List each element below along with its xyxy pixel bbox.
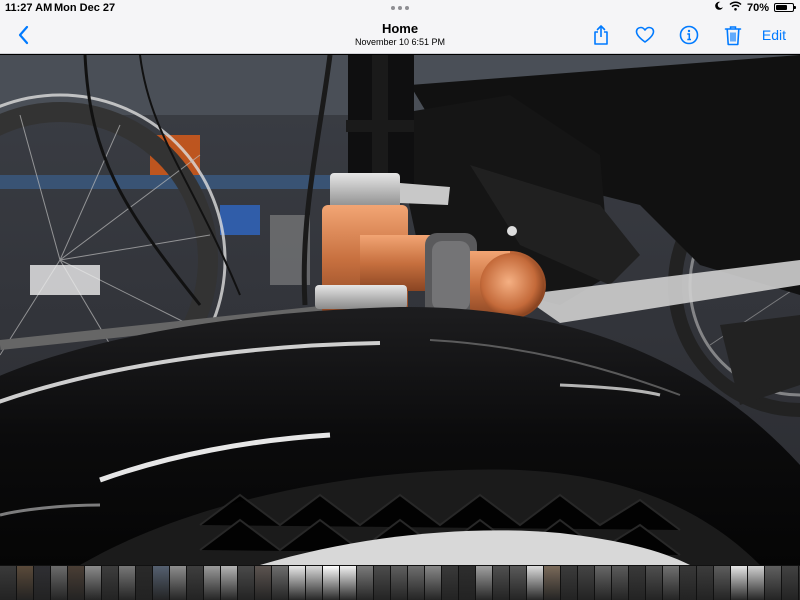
filmstrip-thumbnail[interactable] — [289, 566, 306, 600]
filmstrip-thumbnail[interactable] — [68, 566, 85, 600]
filmstrip-thumbnail[interactable] — [221, 566, 238, 600]
filmstrip-thumbnail[interactable] — [629, 566, 646, 600]
filmstrip-thumbnail[interactable] — [493, 566, 510, 600]
photo-view[interactable] — [0, 55, 800, 565]
battery-percent: 70% — [746, 1, 769, 14]
filmstrip-thumbnail[interactable] — [442, 566, 459, 600]
battery-icon — [774, 3, 796, 12]
edit-button[interactable]: Edit — [762, 27, 786, 43]
filmstrip-thumbnail[interactable] — [17, 566, 34, 600]
filmstrip-thumbnail[interactable] — [408, 566, 425, 600]
filmstrip-thumbnail[interactable] — [204, 566, 221, 600]
filmstrip-thumbnail[interactable] — [595, 566, 612, 600]
multitasking-dots-icon[interactable] — [391, 6, 409, 10]
filmstrip-thumbnail[interactable] — [102, 566, 119, 600]
filmstrip-thumbnail[interactable] — [782, 566, 799, 600]
filmstrip-thumbnail[interactable] — [527, 566, 544, 600]
status-indicators: 70% — [714, 1, 796, 14]
filmstrip-thumbnail[interactable] — [697, 566, 714, 600]
share-button[interactable] — [590, 24, 612, 46]
filmstrip-thumbnail[interactable] — [340, 566, 357, 600]
filmstrip-thumbnail[interactable] — [510, 566, 527, 600]
status-date: Mon Dec 27 — [54, 2, 116, 14]
filmstrip-thumbnail[interactable] — [0, 566, 17, 600]
filmstrip-thumbnail[interactable] — [459, 566, 476, 600]
status-bar: 11:27 AM Mon Dec 27 70% — [0, 0, 800, 16]
filmstrip-thumbnail[interactable] — [646, 566, 663, 600]
info-button[interactable] — [678, 24, 700, 46]
filmstrip-thumbnail[interactable] — [153, 566, 170, 600]
filmstrip-thumbnail[interactable] — [561, 566, 578, 600]
filmstrip-thumbnail[interactable] — [85, 566, 102, 600]
filmstrip-thumbnail[interactable] — [323, 566, 340, 600]
filmstrip-thumbnail[interactable] — [391, 566, 408, 600]
filmstrip-thumbnail[interactable] — [680, 566, 697, 600]
filmstrip-thumbnail[interactable] — [476, 566, 493, 600]
filmstrip-thumbnail[interactable] — [731, 566, 748, 600]
share-icon — [594, 25, 608, 45]
filmstrip-thumbnail[interactable] — [357, 566, 374, 600]
battery-level — [776, 5, 788, 10]
favorite-button[interactable] — [634, 24, 656, 46]
rotation-lock-icon — [714, 1, 724, 14]
filmstrip[interactable] — [0, 565, 800, 600]
filmstrip-thumbnail[interactable] — [170, 566, 187, 600]
filmstrip-thumbnail[interactable] — [374, 566, 391, 600]
filmstrip-thumbnail[interactable] — [136, 566, 153, 600]
filmstrip-thumbnail[interactable] — [238, 566, 255, 600]
heart-icon — [635, 26, 655, 43]
delete-button[interactable] — [722, 24, 744, 46]
filmstrip-thumbnail[interactable] — [663, 566, 680, 600]
status-time: 11:27 AM — [5, 2, 53, 14]
trash-icon — [724, 25, 742, 45]
photo-image — [0, 55, 800, 565]
filmstrip-thumbnail[interactable] — [119, 566, 136, 600]
filmstrip-thumbnail[interactable] — [544, 566, 561, 600]
filmstrip-thumbnail[interactable] — [612, 566, 629, 600]
filmstrip-thumbnail[interactable] — [272, 566, 289, 600]
filmstrip-thumbnail[interactable] — [748, 566, 765, 600]
filmstrip-thumbnail[interactable] — [714, 566, 731, 600]
filmstrip-thumbnail[interactable] — [765, 566, 782, 600]
toolbar-actions: Edit — [590, 22, 786, 48]
filmstrip-thumbnail[interactable] — [34, 566, 51, 600]
wifi-icon — [729, 1, 742, 14]
filmstrip-thumbnail[interactable] — [578, 566, 595, 600]
filmstrip-thumbnail[interactable] — [51, 566, 68, 600]
filmstrip-thumbnail[interactable] — [255, 566, 272, 600]
info-icon — [679, 25, 699, 45]
photo-nav-bar: Home November 10 6:51 PM Edit — [0, 16, 800, 54]
filmstrip-thumbnail[interactable] — [187, 566, 204, 600]
filmstrip-thumbnail[interactable] — [306, 566, 323, 600]
filmstrip-thumbnail[interactable] — [425, 566, 442, 600]
